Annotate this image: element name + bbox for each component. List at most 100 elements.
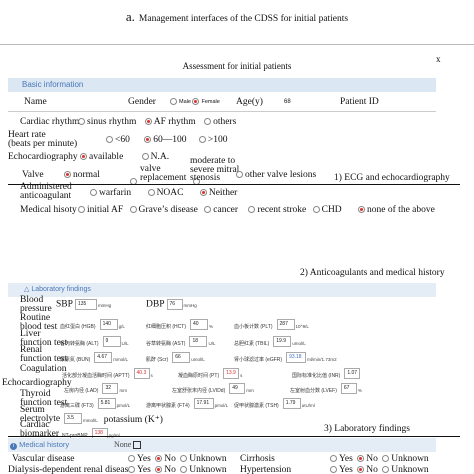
dialysis-yes-radio[interactable] (128, 466, 135, 474)
anticoag-warfarin-label: warfarin (99, 188, 132, 198)
potassium-unit: mmol/L (83, 418, 98, 423)
coag-aptt-input[interactable]: 40.3 (133, 367, 150, 379)
thyroid-ft3-input[interactable]: 5.81 (97, 397, 116, 409)
gender-female-radio[interactable] (192, 98, 200, 105)
history-chd-radio[interactable] (312, 206, 320, 214)
hr-normal-radio[interactable] (144, 136, 152, 144)
echo-na-radio[interactable] (141, 153, 149, 161)
rhythm-sinus-radio[interactable] (78, 118, 85, 126)
vascular-yes-radio[interactable] (128, 455, 135, 463)
anticoag-noac-label: NOAC (156, 188, 184, 198)
hr-low-label: <60 (115, 135, 130, 145)
anticoag-noac-radio[interactable] (147, 189, 155, 197)
rhythm-options: sinus rhythm AF rhythm others (78, 117, 236, 127)
echo-lad-input[interactable]: 32 (102, 382, 119, 394)
section3-divider (8, 436, 460, 437)
flask-icon: △ (24, 286, 30, 293)
anticoag-warfarin-radio[interactable] (90, 189, 97, 197)
lab-findings-label: Laboratory findings (31, 286, 91, 293)
rbt-hgb: 血红蛋白 (HGB) 140 g/L (60, 315, 125, 333)
dialysis-no-radio[interactable] (155, 466, 163, 474)
cirrhosis-yes-label: Yes (339, 454, 353, 464)
cirrhosis-yes-radio[interactable] (330, 455, 337, 463)
coag-pt-input[interactable]: 13.9 (223, 367, 240, 379)
rbt-hgb-unit: g/L (118, 324, 125, 329)
coag-aptt-unit: s (150, 373, 153, 378)
hr-high-radio[interactable] (198, 136, 206, 144)
sbp-input[interactable]: 135 (74, 299, 97, 310)
thyroid-ft4-input[interactable]: 17.91 (193, 397, 214, 409)
hypertension-unknown-radio[interactable] (382, 466, 390, 474)
anticoag-neither-radio[interactable] (199, 189, 207, 197)
dialysis-unknown-radio[interactable] (180, 466, 188, 474)
gender-male-radio[interactable] (170, 98, 177, 105)
medhist-none-checkbox[interactable] (133, 441, 142, 450)
history-stroke-radio[interactable] (248, 206, 256, 214)
lab-findings-title: △ Laboratory findings (24, 285, 91, 293)
renal-scr-input[interactable]: 66 (172, 351, 191, 363)
history-initial-af-label: initial AF (87, 205, 124, 215)
rhythm-others-radio[interactable] (204, 118, 212, 126)
potassium-input[interactable]: 3.5 (64, 412, 82, 424)
gender-label: Gender (128, 97, 156, 107)
valve-normal: normal (64, 170, 100, 180)
anticoag-options: warfarin NOAC Neither (90, 188, 237, 198)
history-initial-af-radio[interactable] (78, 206, 85, 214)
coag-inr-input[interactable]: 1.07 (344, 367, 361, 379)
liver-ast-input[interactable]: 18 (189, 335, 208, 347)
rbt-plt: 血小板计数 (PLT) 287 10^9/L (234, 315, 309, 333)
name-label: Name (24, 97, 47, 107)
hypertension-yes-label: Yes (339, 465, 353, 474)
dbp-input[interactable]: 76 (166, 299, 183, 310)
cirrhosis-no-radio[interactable] (357, 455, 365, 463)
section2-caption: 2) Anticoagulants and medical history (300, 268, 445, 278)
valve-normal-radio[interactable] (64, 171, 71, 179)
rhythm-af-radio[interactable] (144, 118, 152, 126)
age-value[interactable]: 68 (284, 99, 291, 105)
dialysis-options: Yes No Unknown (128, 465, 227, 474)
echo-lad-unit: mm (119, 388, 127, 393)
thyroid-ft3-unit: pmol/L (116, 403, 131, 408)
renal-egfr-input[interactable]: 93.18 (286, 351, 307, 363)
valve-replacement-label: valve replacement (140, 164, 187, 183)
sbp-group: SBP 135 mmHg (56, 299, 111, 311)
history-none-label: none of the above (367, 205, 435, 215)
dialysis-unknown-label: Unknown (189, 465, 227, 474)
section1-caption: 1) ECG and echocardiography (334, 173, 450, 183)
liver-ast-unit: U/L (208, 341, 216, 346)
rbt-plt-unit: 10^9/L (295, 324, 309, 329)
valve-other-radio[interactable] (236, 171, 243, 179)
rbt-plt-input[interactable]: 287 (276, 318, 295, 330)
anticoag-neither-label: Neither (208, 188, 238, 198)
rbt-hct-input[interactable]: 40 (190, 318, 208, 330)
history-cancer-radio[interactable] (204, 206, 212, 214)
medhist-none-label: None (114, 440, 132, 449)
cardiac-rhythm-label: Cardiac rhythm (20, 117, 80, 127)
liver-tbil-input[interactable]: 19.9 (273, 335, 292, 347)
figure-title: a. Management interfaces of the CDSS for… (0, 8, 474, 26)
hr-low-radio[interactable] (106, 136, 113, 144)
sbp-unit: mmHg (97, 302, 112, 308)
history-chd-label: CHD (321, 205, 342, 215)
echo-lvidd-unit: mm (246, 388, 254, 393)
hypertension-no-radio[interactable] (357, 466, 365, 474)
close-icon[interactable]: x (436, 54, 441, 64)
thyroid-tsh-unit: uIU/ml (301, 403, 315, 408)
echo-lvidd-input[interactable]: 49 (229, 382, 246, 394)
echo-available-radio[interactable] (80, 153, 87, 161)
history-graves-radio[interactable] (129, 206, 137, 214)
liver-alt-input[interactable]: 9 (102, 335, 121, 347)
history-none-radio[interactable] (358, 206, 366, 214)
rbt-hgb-input[interactable]: 140 (99, 318, 118, 330)
figure-letter: a. (125, 9, 135, 24)
renal-bun-unit: mmol/L (113, 357, 129, 362)
sbp-label: SBP (56, 299, 73, 310)
thyroid-tsh-input[interactable]: 1.79 (282, 397, 301, 409)
vascular-no-radio[interactable] (155, 455, 163, 463)
renal-bun-input[interactable]: 4.67 (94, 351, 113, 363)
echo-lvef-input[interactable]: 67 (340, 382, 357, 394)
vascular-unknown-radio[interactable] (180, 455, 188, 463)
cirrhosis-unknown-radio[interactable] (382, 455, 390, 463)
hypertension-yes-radio[interactable] (330, 466, 337, 474)
liver-ast-label: 谷草转氨酶 (AST) (146, 341, 186, 347)
